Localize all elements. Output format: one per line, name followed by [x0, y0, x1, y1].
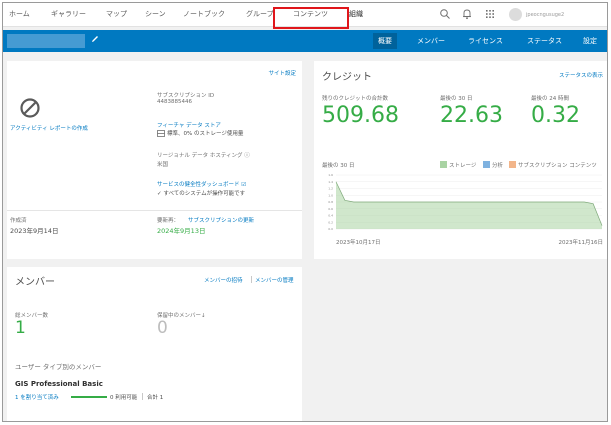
assigned-count[interactable]: 1 を割り当て済み: [15, 393, 59, 401]
activity-report-link[interactable]: アクティビティ レポートの作成: [10, 124, 88, 132]
legend-swatch-subscription: [509, 161, 516, 168]
user-type-name: GIS Professional Basic: [15, 380, 103, 388]
feature-store-detail: 標準、0% のストレージ使用量: [167, 131, 244, 137]
legend-analysis[interactable]: 分析: [492, 161, 503, 169]
legend-storage[interactable]: ストレージ: [449, 161, 476, 169]
view-status-link[interactable]: ステータスの表示: [559, 71, 603, 79]
nav-notebook[interactable]: ノートブック: [183, 9, 225, 19]
invite-members-link[interactable]: メンバーの招待: [204, 276, 243, 284]
x-axis-start: 2023年10月17日: [336, 240, 381, 246]
site-settings-link[interactable]: サイト設定: [268, 69, 296, 77]
site-info-card: サイト設定 アクティビティ レポートの作成 サブスクリプション ID 44838…: [7, 61, 302, 259]
last24-value: 0.32: [531, 103, 580, 128]
legend-swatch-analysis: [483, 161, 490, 168]
health-dashboard-link[interactable]: サービスの健全性ダッシュボード ☑: [157, 180, 246, 188]
app-launcher-icon[interactable]: [484, 8, 496, 20]
organization-bar: 概要 メンバー ライセンス ステータス 設定: [3, 30, 607, 52]
available-count: 0 利用可能: [110, 395, 138, 401]
members-by-type-label: ユーザー タイプ別のメンバー: [15, 363, 102, 371]
count-separator: [142, 393, 143, 400]
nav-gallery[interactable]: ギャラリー: [51, 9, 86, 19]
nav-organization[interactable]: 組織: [349, 9, 363, 19]
y-tick-label: 1.6: [328, 173, 333, 177]
nav-map[interactable]: マップ: [106, 9, 127, 19]
total-credits-value: 509.68: [322, 103, 399, 128]
legend-swatch-storage: [440, 161, 447, 168]
manage-members-link[interactable]: メンバーの管理: [255, 276, 294, 284]
organization-name-redacted: [7, 34, 85, 48]
tab-licenses[interactable]: ライセンス: [468, 36, 503, 46]
pending-members-value: 0: [157, 318, 168, 338]
legend-subscription-content[interactable]: サブスクリプション コンテンツ: [518, 161, 597, 169]
credits-card: クレジット ステータスの表示 残りのクレジットの合計数 509.68 最後の 3…: [314, 61, 607, 259]
y-tick-label: 0.4: [328, 214, 333, 218]
renewal-link[interactable]: サブスクリプションの更新: [188, 216, 254, 224]
database-icon: [157, 130, 165, 137]
edit-pencil-icon[interactable]: [90, 34, 100, 44]
created-value: 2023年9月14日: [10, 227, 59, 235]
last30-label: 最後の 30 日: [440, 96, 473, 102]
tab-settings[interactable]: 設定: [583, 36, 597, 46]
total-members-value: 1: [15, 318, 26, 338]
members-title: メンバー: [15, 277, 55, 288]
tab-members[interactable]: メンバー: [417, 36, 445, 46]
tab-overview[interactable]: 概要: [373, 33, 397, 49]
x-axis-end: 2023年11月16日: [558, 240, 604, 246]
last24-label: 最後の 24 時間: [531, 96, 569, 102]
top-navigation: ホーム ギャラリー マップ シーン ノートブック グループ コンテンツ 組織 j…: [3, 3, 607, 29]
y-tick-label: 1.4: [328, 180, 333, 184]
y-tick-label: 0.2: [328, 220, 333, 224]
search-icon[interactable]: [439, 8, 451, 20]
y-tick-label: 1.2: [328, 187, 333, 191]
renewal-date: 2024年9月13日: [157, 227, 206, 235]
subscription-id-label: サブスクリプション ID: [157, 93, 215, 99]
created-label: 作成済: [10, 218, 27, 224]
divider: [7, 210, 302, 211]
storage-area: [336, 181, 602, 229]
app-window: ホーム ギャラリー マップ シーン ノートブック グループ コンテンツ 組織 j…: [2, 2, 608, 422]
usage-bar: [71, 396, 107, 398]
user-name[interactable]: jpeocngusuge2: [526, 12, 564, 18]
tab-status[interactable]: ステータス: [527, 36, 562, 46]
region-label: リージョナル データ ホスティング ⓘ: [157, 153, 250, 159]
nav-scene[interactable]: シーン: [145, 9, 166, 19]
chart-period-label: 最後の 30 日: [322, 163, 355, 169]
y-tick-label: 0.0: [328, 227, 333, 231]
region-value: 米国: [157, 162, 169, 168]
y-tick-label: 0.6: [328, 207, 333, 211]
y-tick-label: 1.0: [328, 193, 333, 197]
total-credits-label: 残りのクレジットの合計数: [322, 96, 389, 102]
link-separator: [251, 276, 252, 283]
highlight-box: [273, 7, 349, 29]
nav-groups[interactable]: グループ: [246, 9, 274, 19]
renewal-label: 要新再：: [157, 218, 180, 224]
y-tick-label: 0.8: [328, 200, 333, 204]
total-count: 合計 1: [147, 395, 164, 401]
no-activity-icon: [20, 98, 40, 118]
credits-title: クレジット: [322, 72, 372, 83]
user-avatar[interactable]: [509, 8, 522, 21]
subscription-id-value: 4483885446: [157, 99, 192, 105]
health-status: ✓ すべてのシステムが操作可能です: [157, 191, 246, 197]
members-card: メンバー メンバーの招待 メンバーの管理 総メンバー数 1 保留中のメンバー↓ …: [7, 267, 302, 421]
nav-home[interactable]: ホーム: [9, 9, 30, 19]
last30-value: 22.63: [440, 103, 503, 128]
feature-store-link[interactable]: フィーチャ データ ストア: [157, 121, 221, 129]
credits-area-chart: 1.6 1.4 1.2 1.0 0.8 0.6 0.4 0.2 0.0: [328, 173, 603, 231]
bell-icon[interactable]: [461, 8, 473, 20]
